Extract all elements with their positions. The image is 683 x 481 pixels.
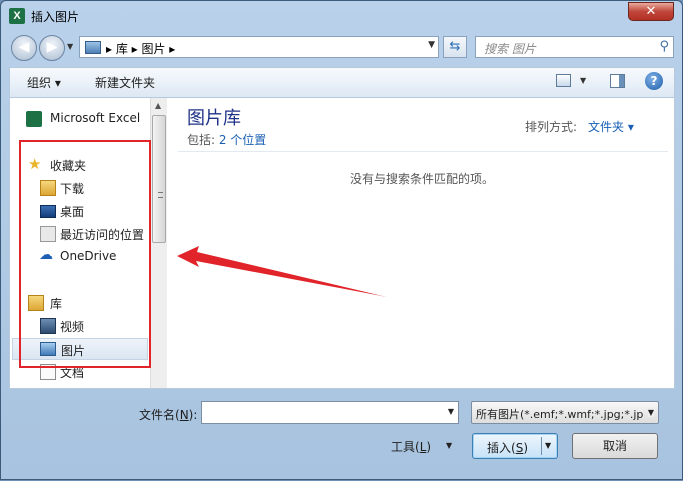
command-bar: 组织 ▾ 新建文件夹 ▼ ?	[9, 67, 675, 97]
forward-button[interactable]: ▶	[39, 35, 65, 61]
tools-menu-button[interactable]: 工具(L)	[391, 438, 431, 455]
sidebar-item-label: Microsoft Excel	[50, 111, 141, 125]
file-list-pane: 图片库 包括: 2 个位置 排列方式: 文件夹 ▾ 没有与搜索条件匹配的项。	[170, 98, 674, 388]
dialog-footer: 文件名(N): ▼ 所有图片(*.emf;*.wmf;*.jpg;*.jp ▼ …	[1, 393, 682, 481]
tools-dropdown-icon[interactable]: ▼	[446, 441, 452, 450]
grip-icon	[158, 192, 163, 198]
view-options-dropdown[interactable]: ▼	[580, 76, 586, 85]
filename-label: 文件名(N):	[139, 406, 197, 423]
filename-label-post: ):	[188, 408, 198, 422]
navigation-pane-scrollbar[interactable]: ▲	[150, 98, 167, 388]
insert-label-post: )	[523, 441, 528, 455]
locations-link[interactable]: 2 个位置	[219, 133, 266, 147]
tools-label-post: )	[426, 440, 432, 454]
header-divider	[178, 151, 668, 152]
back-arrow-icon: ◀	[18, 39, 30, 55]
back-button[interactable]: ◀	[11, 35, 37, 61]
empty-results-message: 没有与搜索条件匹配的项。	[350, 172, 495, 186]
arrange-by-label: 排列方式:	[525, 120, 578, 134]
filename-dropdown[interactable]: ▼	[448, 407, 454, 416]
library-location-icon	[85, 41, 101, 54]
refresh-button[interactable]: ⇆	[443, 36, 467, 58]
search-box[interactable]: 搜索 图片 ⚲	[475, 36, 674, 58]
address-path[interactable]: ▸ 库 ▸ 图片 ▸	[106, 40, 175, 57]
change-view-icon[interactable]	[556, 74, 571, 87]
scrollbar-thumb[interactable]	[152, 115, 166, 243]
tools-label-pre: 工具(	[391, 440, 420, 454]
forward-arrow-icon: ▶	[46, 39, 58, 55]
insert-label-pre: 插入(	[487, 441, 516, 455]
library-includes: 包括: 2 个位置	[187, 131, 266, 148]
insert-split-divider	[541, 437, 542, 455]
filename-input[interactable]: ▼	[201, 401, 459, 424]
close-button[interactable]: ✕	[628, 2, 674, 21]
refresh-icon: ⇆	[449, 39, 461, 54]
dialog-title: 插入图片	[31, 10, 80, 24]
address-history-dropdown[interactable]: ▼	[428, 40, 435, 50]
sidebar-item-microsoft-excel[interactable]: Microsoft Excel	[10, 108, 150, 130]
cancel-button[interactable]: 取消	[572, 433, 658, 459]
search-icon[interactable]: ⚲	[659, 39, 669, 54]
navigation-bar: ◀ ▶ ▼ ▸ 库 ▸ 图片 ▸ ▼ ⇆ 搜索 图片 ⚲	[1, 31, 682, 63]
help-icon[interactable]: ?	[645, 72, 663, 90]
scroll-up-icon[interactable]: ▲	[155, 101, 161, 110]
file-type-value: 所有图片(*.emf;*.wmf;*.jpg;*.jp	[476, 408, 644, 421]
organize-menu-button[interactable]: 组织 ▾	[27, 74, 61, 91]
annotation-highlight-box	[19, 140, 151, 368]
excel-icon	[26, 111, 42, 127]
insert-button[interactable]: 插入(S) ▼	[472, 433, 558, 459]
insert-label: 插入(S)	[487, 439, 528, 456]
new-folder-button[interactable]: 新建文件夹	[95, 74, 155, 91]
insert-picture-dialog: X 插入图片 ✕ ◀ ▶ ▼ ▸ 库 ▸ 图片 ▸ ▼ ⇆ 搜索 图片 ⚲ 组织…	[0, 0, 683, 480]
preview-pane-icon[interactable]	[610, 74, 625, 88]
insert-options-dropdown[interactable]: ▼	[545, 441, 551, 450]
address-bar[interactable]: ▸ 库 ▸ 图片 ▸ ▼	[79, 36, 439, 58]
excel-app-icon: X	[9, 8, 25, 24]
filename-accesskey: N	[179, 408, 189, 422]
includes-label: 包括:	[187, 133, 219, 147]
recent-locations-dropdown[interactable]: ▼	[67, 42, 73, 51]
arrange-by-dropdown[interactable]: 文件夹 ▾	[588, 118, 634, 135]
title-bar: X 插入图片 ✕	[1, 1, 682, 31]
file-type-dropdown-icon[interactable]: ▼	[647, 408, 654, 417]
filename-label-pre: 文件名(	[139, 408, 180, 422]
file-type-select[interactable]: 所有图片(*.emf;*.wmf;*.jpg;*.jp ▼	[471, 401, 659, 424]
search-placeholder: 搜索 图片	[484, 42, 536, 56]
library-title: 图片库	[187, 108, 241, 129]
